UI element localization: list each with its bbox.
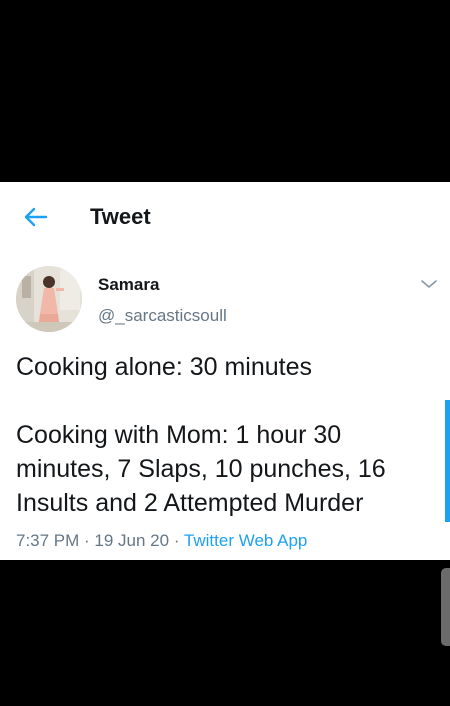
meta-separator: ·	[169, 531, 184, 550]
scroll-indicator	[445, 400, 450, 522]
tweet-card: Tweet Samara @_sarcasticsoull Cooking al…	[0, 182, 450, 560]
user-name[interactable]: Samara	[98, 275, 159, 295]
meta-separator: ·	[79, 531, 95, 550]
tweet-text: Cooking alone: 30 minutes Cooking with M…	[16, 353, 386, 517]
chevron-down-icon[interactable]	[418, 276, 440, 292]
tweet-time[interactable]: 7:37 PM	[16, 531, 79, 550]
arrow-left-icon	[24, 207, 48, 227]
edge-panel-handle[interactable]	[441, 568, 450, 646]
top-bar: Tweet	[0, 182, 450, 250]
page-title: Tweet	[90, 204, 151, 229]
user-handle[interactable]: @_sarcasticsoull	[98, 306, 227, 326]
tweet-date[interactable]: 19 Jun 20	[94, 531, 169, 550]
avatar[interactable]	[16, 266, 82, 332]
tweet-meta: 7:37 PM · 19 Jun 20 · Twitter Web App	[16, 531, 307, 551]
back-button[interactable]	[20, 202, 50, 232]
tweet-source-link[interactable]: Twitter Web App	[184, 531, 307, 550]
